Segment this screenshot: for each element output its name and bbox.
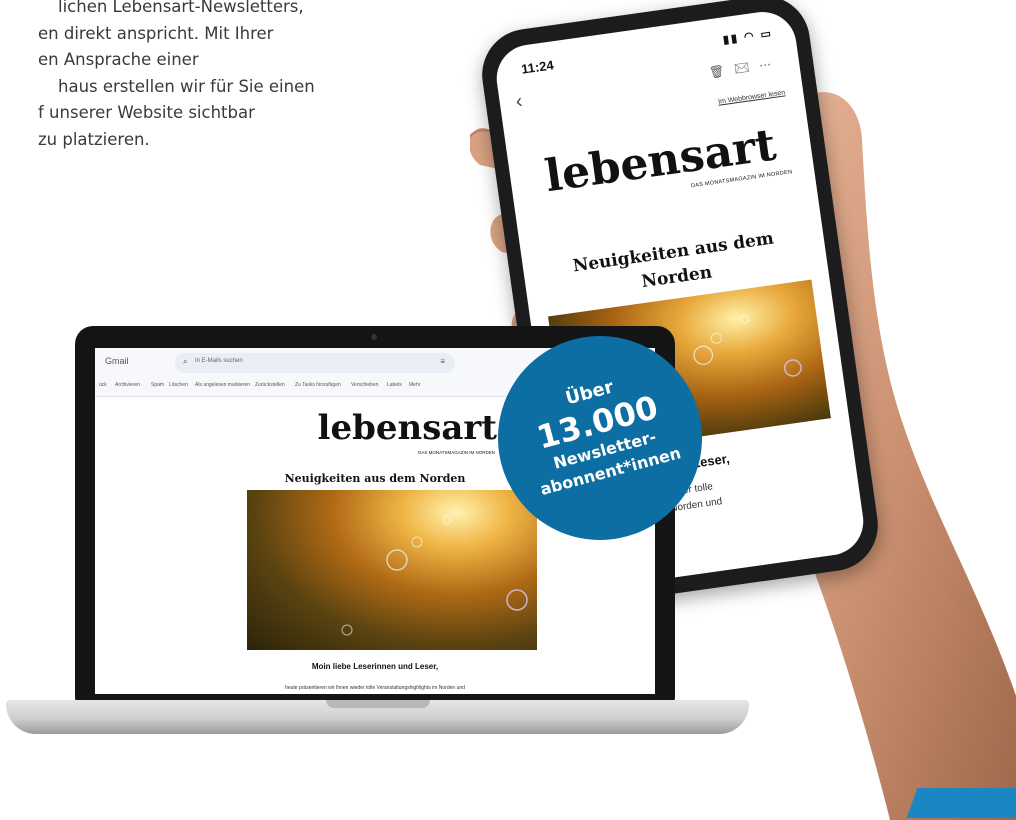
signal-wifi-battery-icon: ▮▮ ◠ ▭ [722, 27, 774, 47]
intro-line: haus erstellen wir für Sie einen [58, 76, 315, 96]
meadow-bubbles-photo [247, 490, 537, 650]
intro-line: zu platzieren. [38, 129, 150, 149]
back-chevron-icon[interactable]: ‹ [514, 90, 524, 114]
intro-line: lichen Lebensart-Newsletters, [58, 0, 304, 16]
action-mark-unread[interactable]: Als ungelesen markieren [195, 382, 250, 388]
badge-text: Über 13.000 Newsletter- abonnent*innen [488, 355, 712, 508]
action-snooze[interactable]: Zurückstellen [255, 382, 285, 388]
filter-icon[interactable]: ≡ [440, 357, 445, 366]
intro-line: en Ansprache einer [38, 50, 199, 69]
newsletter-greeting: Moin liebe Leserinnen und Leser, [311, 662, 439, 671]
headline-line: Norden [640, 262, 714, 293]
action-labels[interactable]: Labels [387, 382, 402, 388]
laptop-hinge-notch [326, 700, 430, 708]
action-archive[interactable]: Archivieren [115, 382, 140, 388]
action-add-task[interactable]: Zu Tasks hinzufügen [295, 382, 341, 388]
newsletter-body-text: heute präsentieren wir Ihnen wieder toll… [285, 685, 465, 691]
mail-search-input[interactable]: ⌕ In E-Mails suchen ≡ [175, 353, 455, 373]
corner-accent-shape [906, 788, 1016, 818]
action-more[interactable]: Mehr [409, 382, 420, 388]
action-spam[interactable]: Spam [151, 382, 164, 388]
laptop-base [6, 700, 749, 734]
intro-line: f unserer Website sichtbar [38, 103, 255, 122]
webcam-icon [371, 334, 377, 340]
search-icon: ⌕ [183, 357, 188, 366]
action-delete[interactable]: Löschen [169, 382, 188, 388]
mail-actions-icons[interactable]: 🗑✉⋯ [708, 56, 782, 80]
subscriber-count-badge: Über 13.000 Newsletter- abonnent*innen [498, 336, 702, 540]
newsletter-logo: lebensart [317, 408, 497, 448]
search-placeholder: In E-Mails suchen [195, 358, 243, 364]
intro-text: lichen Lebensart-Newsletters, en direkt … [0, 0, 320, 153]
gmail-logo[interactable]: Gmail [105, 356, 129, 366]
action-move[interactable]: Verschieben [351, 382, 379, 388]
newsletter-logo-tagline: DAS MONATSMAGAZIN IM NORDEN [418, 450, 495, 455]
soap-bubbles-icon [341, 515, 528, 636]
view-in-browser-link[interactable]: Im Webbrowser lesen [718, 89, 786, 105]
action-back[interactable]: ück [99, 382, 107, 388]
intro-line: en direkt anspricht. Mit Ihrer [38, 23, 274, 43]
phone-time: 11:24 [520, 57, 555, 77]
